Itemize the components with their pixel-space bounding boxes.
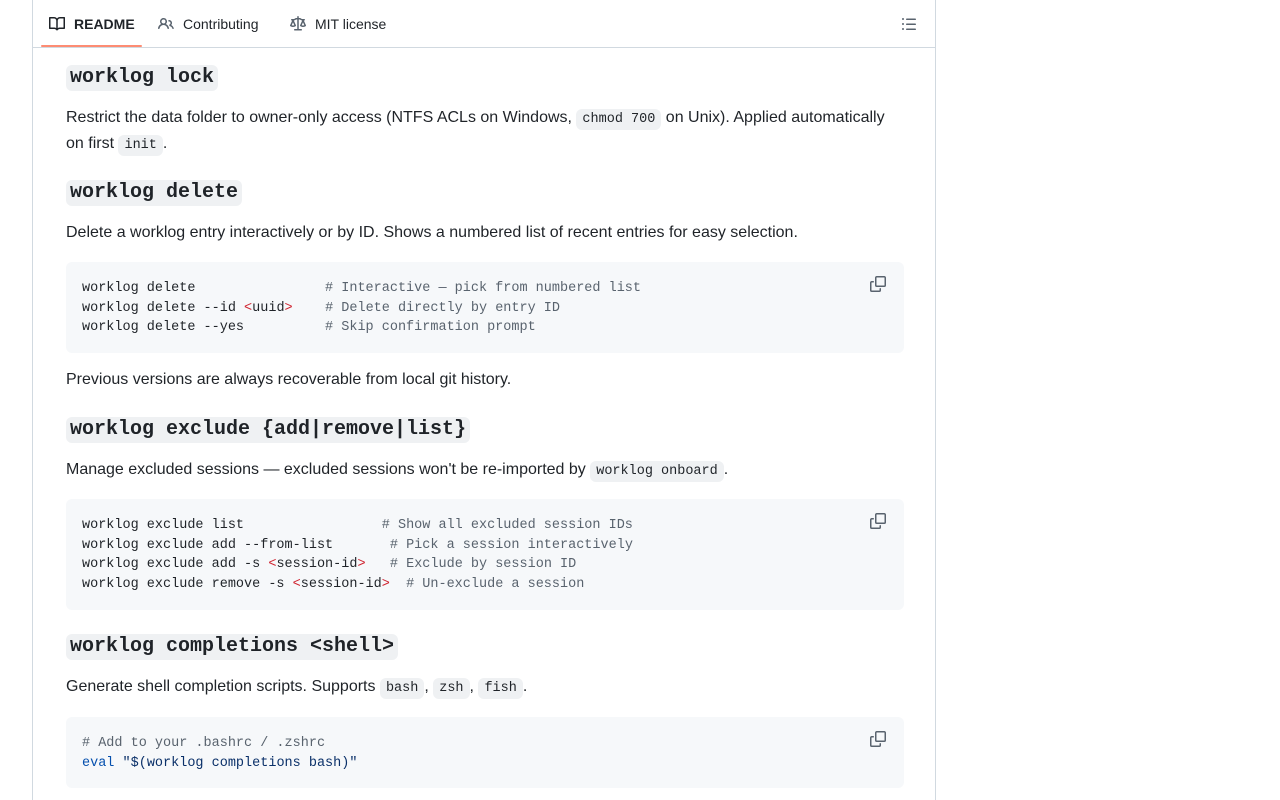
readme-tab-bar: README Contributing MIT license xyxy=(33,0,935,48)
heading-worklog-lock: worklog lock xyxy=(66,65,219,91)
copy-icon xyxy=(870,276,886,292)
inline-code-chmod: chmod 700 xyxy=(576,109,662,130)
inline-code-zsh: zsh xyxy=(433,678,470,699)
heading-code: worklog completions <shell> xyxy=(66,634,399,660)
code-block-exclude: worklog exclude list # Show all excluded… xyxy=(66,499,904,610)
tab-readme-label: README xyxy=(74,16,135,32)
heading-worklog-exclude: worklog exclude {add|remove|list} xyxy=(66,417,471,443)
active-tab-indicator xyxy=(41,45,142,47)
lock-text-3: . xyxy=(162,135,168,152)
tab-contributing-label: Contributing xyxy=(183,16,259,32)
lock-description: Restrict the data folder to owner-only a… xyxy=(66,106,904,158)
inline-code-bash: bash xyxy=(379,678,425,699)
people-icon xyxy=(158,17,174,30)
heading-worklog-completions: worklog completions <shell> xyxy=(66,634,399,660)
list-unordered-icon xyxy=(902,18,916,30)
exclude-text-2: . xyxy=(723,461,729,478)
exclude-text-1: Manage excluded sessions — excluded sess… xyxy=(66,461,591,478)
tab-license-label: MIT license xyxy=(315,16,387,32)
code-delete: worklog delete # Interactive — pick from… xyxy=(82,281,641,336)
copy-icon xyxy=(870,513,886,529)
completions-text-1: Generate shell completion scripts. Suppo… xyxy=(66,678,380,695)
inline-code-init: init xyxy=(118,135,163,156)
readme-panel: README Contributing MIT license worklog … xyxy=(32,0,936,800)
book-icon xyxy=(49,16,65,31)
copy-icon xyxy=(870,731,886,747)
inline-code-fish: fish xyxy=(478,678,523,699)
code-completions: # Add to your .bashrc / .zshrc eval "$(w… xyxy=(82,736,358,771)
exclude-description: Manage excluded sessions — excluded sess… xyxy=(66,458,904,484)
tab-readme[interactable]: README xyxy=(49,0,135,48)
completions-text-2: . xyxy=(522,678,528,695)
outline-button[interactable] xyxy=(899,14,919,34)
copy-button[interactable] xyxy=(864,274,892,294)
code-exclude: worklog exclude list # Show all excluded… xyxy=(82,518,633,592)
separator: , xyxy=(424,678,434,695)
heading-code: worklog exclude {add|remove|list} xyxy=(66,417,471,443)
delete-description: Delete a worklog entry interactively or … xyxy=(66,224,798,241)
delete-note: Previous versions are always recoverable… xyxy=(66,371,512,388)
heading-code: worklog lock xyxy=(66,65,219,91)
copy-button[interactable] xyxy=(864,511,892,531)
lock-text-1: Restrict the data folder to owner-only a… xyxy=(66,109,577,126)
tab-contributing[interactable]: Contributing xyxy=(158,0,259,48)
code-block-completions: # Add to your .bashrc / .zshrc eval "$(w… xyxy=(66,717,904,788)
heading-worklog-delete: worklog delete xyxy=(66,180,243,206)
tab-license[interactable]: MIT license xyxy=(290,0,386,48)
code-block-delete: worklog delete # Interactive — pick from… xyxy=(66,262,904,353)
law-icon xyxy=(290,16,306,31)
inline-code-onboard: worklog onboard xyxy=(590,461,724,482)
completions-description: Generate shell completion scripts. Suppo… xyxy=(66,675,904,701)
copy-button[interactable] xyxy=(864,729,892,749)
heading-code: worklog delete xyxy=(66,180,243,206)
